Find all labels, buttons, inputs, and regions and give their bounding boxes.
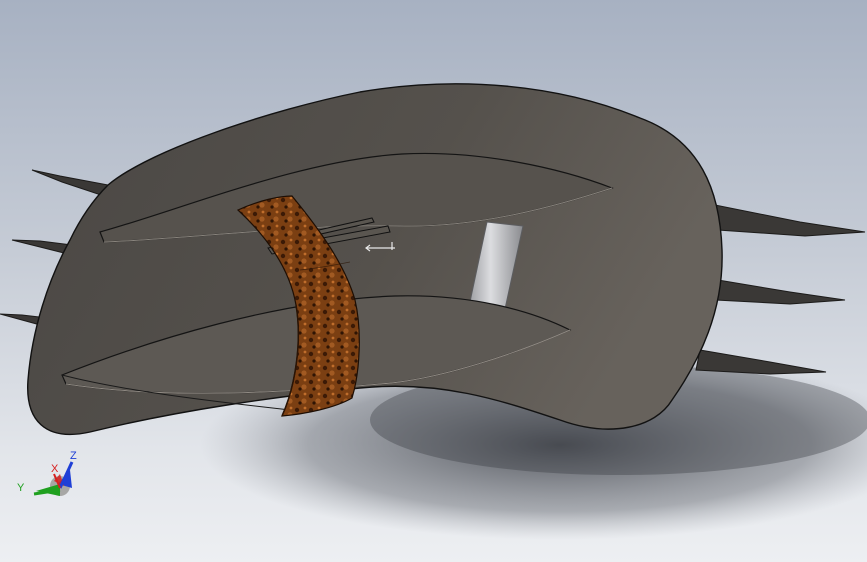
y-axis-label: Y	[17, 482, 25, 494]
right-fins	[695, 204, 866, 375]
3d-model-scene[interactable]	[0, 0, 867, 562]
z-axis-label: Z	[70, 450, 77, 462]
graphics-viewport[interactable]: X Y Z	[0, 0, 867, 562]
axis-triad: X Y Z	[14, 448, 84, 508]
x-axis-label: X	[51, 463, 59, 475]
